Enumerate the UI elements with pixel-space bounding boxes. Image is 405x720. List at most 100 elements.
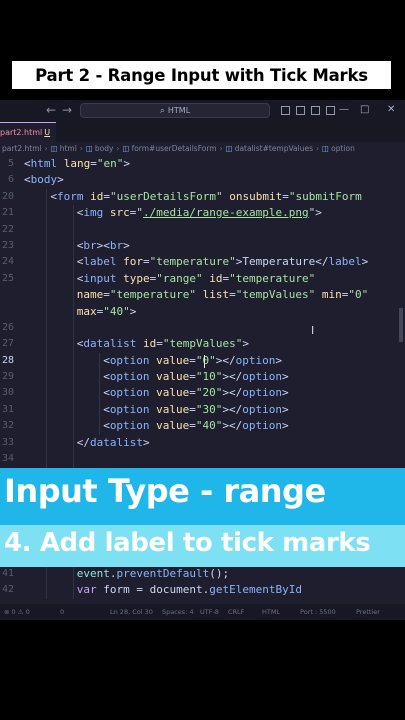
toggle-secondary-sidebar-icon[interactable] <box>311 106 320 115</box>
code-line[interactable]: 29 <option value="10"></option> <box>0 369 405 385</box>
code-text: <option value="0"></option> <box>103 353 282 369</box>
close-icon[interactable]: ✕ <box>387 104 395 115</box>
code-line[interactable]: 41 event.preventDefault(); <box>0 566 405 582</box>
code-token: > <box>361 255 369 269</box>
code-line[interactable]: 28 <option value="0"></option> <box>0 353 405 369</box>
code-token: = <box>229 288 236 302</box>
code-token: value <box>156 419 190 433</box>
code-token: < <box>103 386 110 400</box>
code-token: min <box>321 288 342 302</box>
code-token: max <box>76 304 97 318</box>
code-token: name <box>76 288 104 302</box>
language-mode[interactable]: HTML <box>262 604 280 620</box>
code-line[interactable]: 24 <label for="temperature">Temperature</… <box>0 254 405 270</box>
breadcrumb-item[interactable]: html <box>60 144 77 153</box>
code-token: "submitForm <box>288 189 362 203</box>
code-token: < <box>103 370 110 384</box>
code-line[interactable]: 21 <img src="./media/range-example.png"> <box>0 205 405 221</box>
breadcrumb-item[interactable]: form#userDetailsForm <box>132 144 217 153</box>
command-center-label: HTML <box>167 106 191 115</box>
eol-setting[interactable]: CRLF <box>228 604 244 620</box>
code-token: = <box>189 353 196 367</box>
code-line[interactable]: 20 <form id="userDetailsForm" onsubmit="s… <box>0 189 405 205</box>
indentation-setting[interactable]: Spaces: 4 <box>162 604 194 620</box>
code-token: "0" <box>348 288 369 302</box>
code-token: option <box>109 386 157 400</box>
code-line[interactable]: 27 <datalist id="tempValues"> <box>0 336 405 352</box>
breadcrumb-item[interactable]: part2.html <box>2 144 42 153</box>
code-token: option <box>109 402 157 416</box>
breadcrumb-separator-icon: › <box>44 144 48 153</box>
code-line[interactable]: 5 <html lang="en"> <box>0 156 405 172</box>
tab-part2-html[interactable]: part2.html U <box>0 122 57 143</box>
code-token: > <box>282 419 289 433</box>
code-line[interactable]: 22 <box>0 222 405 238</box>
breadcrumb-item[interactable]: body <box>95 144 114 153</box>
code-token: label <box>83 255 124 269</box>
step-banner: 4. Add label to tick marks <box>0 525 405 567</box>
line-number: 28 <box>1 354 14 366</box>
toggle-panel-icon[interactable] <box>296 106 305 115</box>
code-line[interactable]: 42 var form = document.getElementById <box>0 582 405 598</box>
topic-banner: Input Type - range <box>0 468 405 525</box>
toggle-sidebar-icon[interactable] <box>281 106 290 115</box>
maximize-icon[interactable]: □ <box>360 104 369 115</box>
line-number: 33 <box>1 436 14 448</box>
code-line[interactable]: max="40"> <box>0 304 405 320</box>
code-token: "40" <box>195 419 223 433</box>
code-token: . <box>109 566 117 580</box>
ports-indicator[interactable]: 0 <box>60 604 64 620</box>
code-token: > <box>282 386 289 400</box>
code-text: event.preventDefault(); <box>77 566 229 582</box>
code-token: for <box>123 255 144 269</box>
code-token: = <box>103 288 110 302</box>
code-token: "temperature" <box>109 288 197 302</box>
minimize-icon[interactable]: — <box>339 104 349 115</box>
code-token: option <box>109 353 157 367</box>
scrollbar-thumb[interactable] <box>399 308 403 342</box>
code-token: > <box>282 370 289 384</box>
breadcrumb-separator-icon: › <box>79 144 83 153</box>
code-line[interactable]: 25 <input type="range" id="temperature" <box>0 271 405 287</box>
code-line[interactable]: 30 <option value="20"></option> <box>0 385 405 401</box>
code-line[interactable]: 33 </datalist> <box>0 435 405 451</box>
code-text: <html lang="en"> <box>24 156 130 172</box>
forward-arrow-icon[interactable]: → <box>62 103 72 117</box>
encoding-setting[interactable]: UTF-8 <box>200 604 219 620</box>
code-line[interactable]: 31 <option value="30"></option> <box>0 402 405 418</box>
code-token: = <box>189 419 196 433</box>
code-token: > <box>123 157 130 170</box>
customize-layout-icon[interactable] <box>326 106 335 115</box>
cursor-position[interactable]: Ln 28, Col 30 <box>110 604 153 620</box>
code-text: <br><br> <box>77 238 130 254</box>
code-token: "> <box>308 206 322 220</box>
code-token: < <box>103 402 110 416</box>
code-token: =" <box>129 206 144 220</box>
code-line[interactable]: name="temperature" list="tempValues" min… <box>0 287 405 303</box>
line-number: 31 <box>1 403 14 415</box>
breadcrumb-element-icon: ◫ <box>225 144 233 153</box>
line-number: 21 <box>1 207 14 219</box>
live-server-port[interactable]: Port : 5500 <box>300 604 336 620</box>
code-line[interactable]: 34 <box>0 451 405 467</box>
code-token: "30" <box>195 402 223 416</box>
code-line[interactable]: 26 <box>0 320 405 336</box>
code-text: <form id="userDetailsForm" onsubmit="sub… <box>50 189 361 205</box>
code-token: > <box>57 173 64 187</box>
code-token: id <box>209 271 223 285</box>
code-line[interactable]: 32 <option value="40"></option> <box>0 418 405 434</box>
problems-indicator[interactable]: ⊗ 0 ⚠ 0 <box>4 604 30 620</box>
code-token: datalist <box>90 435 144 449</box>
code-token: option <box>242 386 283 400</box>
line-number: 27 <box>1 338 14 350</box>
code-line[interactable]: 23 <br><br> <box>0 238 405 254</box>
code-token: >Temperature</ <box>235 255 329 269</box>
code-token: = <box>90 157 97 170</box>
prettier-status[interactable]: Prettier <box>356 604 380 620</box>
breadcrumb-item[interactable]: option <box>331 144 355 153</box>
command-center-search[interactable]: ⌕ HTML <box>80 103 270 118</box>
breadcrumb-item[interactable]: datalist#tempValues <box>235 144 313 153</box>
code-token: = <box>189 402 196 416</box>
code-line[interactable]: 6 <body> <box>0 172 405 188</box>
back-arrow-icon[interactable]: ← <box>46 103 56 117</box>
